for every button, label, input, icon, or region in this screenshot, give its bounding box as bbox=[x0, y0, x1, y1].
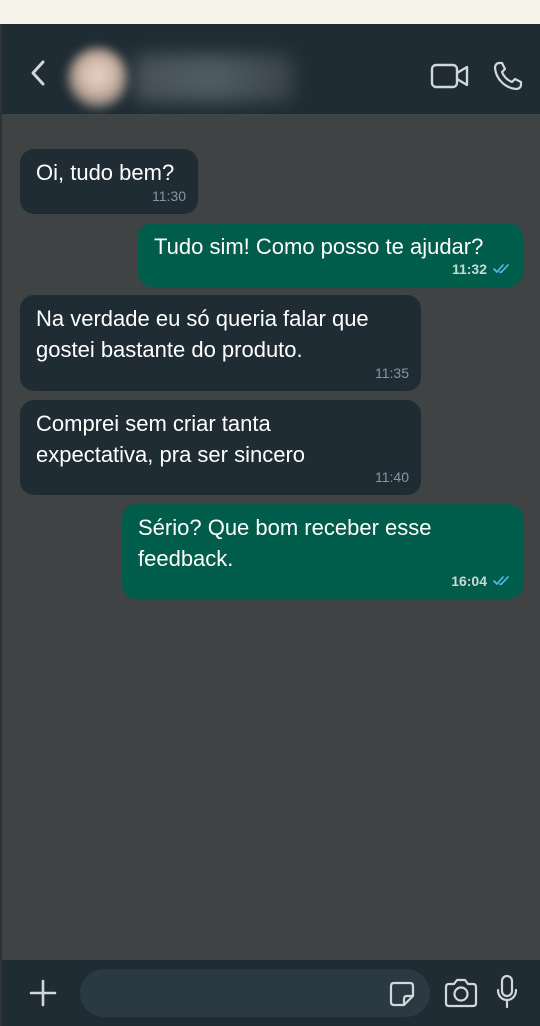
camera-button[interactable] bbox=[443, 978, 479, 1008]
message-meta: 11:32 bbox=[452, 261, 511, 277]
message-text: Comprei sem criar tanta expectativa, pra… bbox=[36, 411, 306, 467]
message-time: 16:04 bbox=[451, 573, 487, 589]
message-text: Na verdade eu só queria falar que gostei… bbox=[36, 306, 369, 362]
double-check-icon bbox=[493, 576, 509, 586]
message-bubble-outgoing[interactable]: Sério? Que bom receber esse feedback. 16… bbox=[122, 504, 523, 599]
message-text: Oi, tudo bem? bbox=[36, 160, 175, 185]
message-input-bar bbox=[2, 960, 540, 1026]
message-time: 11:30 bbox=[152, 188, 186, 204]
microphone-icon bbox=[496, 974, 518, 1009]
voice-call-button[interactable] bbox=[492, 60, 524, 92]
chat-header bbox=[2, 24, 540, 114]
camera-icon bbox=[444, 978, 478, 1008]
message-meta: 11:35 bbox=[375, 365, 409, 381]
message-input[interactable] bbox=[80, 969, 430, 1017]
video-camera-icon bbox=[430, 63, 469, 89]
message-meta: 11:40 bbox=[375, 469, 409, 485]
plus-icon bbox=[29, 979, 57, 1007]
message-meta: 11:30 bbox=[152, 188, 186, 204]
message-meta: 16:04 bbox=[451, 573, 511, 589]
chevron-left-icon bbox=[31, 60, 45, 86]
message-time: 11:35 bbox=[375, 365, 409, 381]
double-check-icon bbox=[493, 264, 509, 274]
message-bubble-incoming[interactable]: Oi, tudo bem? 11:30 bbox=[20, 149, 198, 214]
message-bubble-outgoing[interactable]: Tudo sim! Como posso te ajudar? 11:32 bbox=[138, 223, 523, 287]
chat-screen: Oi, tudo bem? 11:30 Tudo sim! Como posso… bbox=[0, 24, 540, 1026]
message-time: 11:32 bbox=[451, 261, 487, 277]
message-time: 11:40 bbox=[375, 469, 409, 485]
attach-button[interactable] bbox=[28, 978, 58, 1008]
phone-icon bbox=[493, 61, 523, 91]
message-bubble-incoming[interactable]: Comprei sem criar tanta expectativa, pra… bbox=[20, 400, 421, 495]
message-text: Tudo sim! Como posso te ajudar? bbox=[154, 234, 484, 259]
contact-avatar[interactable] bbox=[68, 48, 128, 108]
message-bubble-incoming[interactable]: Na verdade eu só queria falar que gostei… bbox=[20, 295, 421, 391]
sticker-icon bbox=[389, 981, 415, 1007]
message-text: Sério? Que bom receber esse feedback. bbox=[138, 515, 432, 571]
contact-name-blurred[interactable] bbox=[134, 54, 294, 102]
microphone-button[interactable] bbox=[496, 974, 518, 1010]
video-call-button[interactable] bbox=[430, 62, 470, 90]
sticker-button[interactable] bbox=[388, 980, 416, 1008]
back-button[interactable] bbox=[26, 58, 50, 88]
message-list[interactable]: Oi, tudo bem? 11:30 Tudo sim! Como posso… bbox=[2, 114, 540, 960]
